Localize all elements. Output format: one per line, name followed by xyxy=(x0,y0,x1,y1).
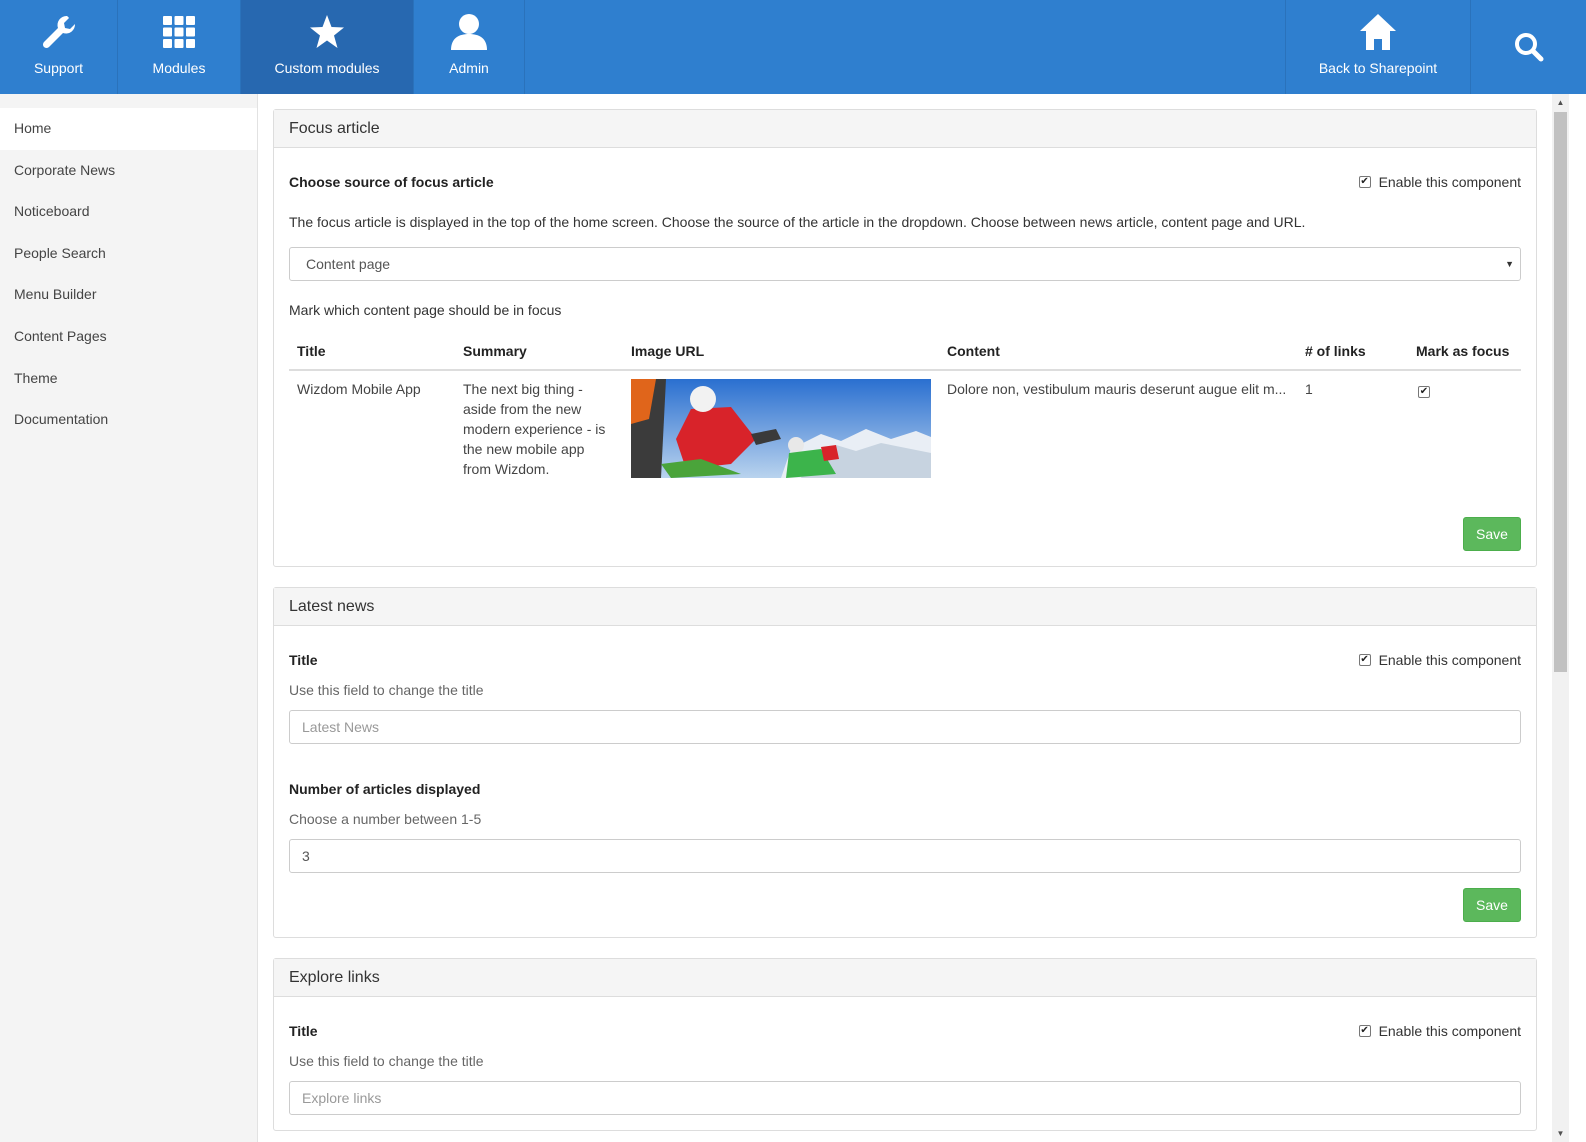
col-content: Content xyxy=(939,332,1297,371)
col-mark-focus: Mark as focus xyxy=(1408,332,1521,371)
row-content: Dolore non, vestibulum mauris deserunt a… xyxy=(947,381,1287,397)
nav-back-to-sharepoint[interactable]: Back to Sharepoint xyxy=(1285,0,1470,94)
col-summary: Summary xyxy=(455,332,623,371)
sidebar: Home Corporate News Noticeboard People S… xyxy=(0,94,258,1142)
scroll-thumb[interactable] xyxy=(1554,112,1567,672)
sidebar-item-documentation[interactable]: Documentation xyxy=(0,399,257,441)
sidebar-item-menu-builder[interactable]: Menu Builder xyxy=(0,274,257,316)
row-image xyxy=(631,379,931,478)
sidebar-item-content-pages[interactable]: Content Pages xyxy=(0,316,257,358)
sidebar-item-people-search[interactable]: People Search xyxy=(0,233,257,275)
latest-count-help: Choose a number between 1-5 xyxy=(289,811,482,827)
enable-checkbox[interactable]: ✔ xyxy=(1358,176,1371,188)
nav-search[interactable] xyxy=(1470,0,1586,94)
sidebar-item-home[interactable]: Home xyxy=(0,108,257,150)
nav-custom-modules-label: Custom modules xyxy=(274,60,380,76)
col-links: # of links xyxy=(1297,332,1408,371)
home-icon xyxy=(1358,12,1398,52)
enable-checkbox[interactable]: ✔ xyxy=(1358,1025,1371,1037)
col-title: Title xyxy=(289,332,455,371)
mark-focus-checkbox[interactable]: ✔ xyxy=(1418,386,1430,398)
sidebar-item-noticeboard[interactable]: Noticeboard xyxy=(0,191,257,233)
nav-support[interactable]: Support xyxy=(0,0,118,94)
focus-article-panel: Focus article Choose source of focus art… xyxy=(273,109,1537,567)
scroll-up-icon[interactable]: ▲ xyxy=(1552,94,1569,111)
row-summary: The next big thing - aside from the new … xyxy=(463,381,606,477)
nav-support-label: Support xyxy=(33,60,84,76)
caret-down-icon: ▼ xyxy=(1505,259,1514,269)
latest-count-input[interactable]: 3 xyxy=(289,839,1521,873)
explore-links-panel: Explore links Title ✔ Enable this compon… xyxy=(273,958,1537,1131)
enable-component[interactable]: ✔ Enable this component xyxy=(1358,174,1521,190)
latest-count-label: Number of articles displayed xyxy=(289,781,481,797)
focus-source-select[interactable]: Content page ▼ xyxy=(289,247,1521,281)
top-navigation: Support Modules Custom modules Admin Bac… xyxy=(0,0,1586,94)
search-icon xyxy=(1509,27,1549,67)
nav-modules[interactable]: Modules xyxy=(118,0,241,94)
main-content: Focus article Choose source of focus art… xyxy=(258,94,1552,1142)
explore-title-input[interactable]: Explore links xyxy=(289,1081,1521,1115)
user-icon xyxy=(449,12,489,52)
nav-modules-label: Modules xyxy=(152,60,206,76)
nav-back-label: Back to Sharepoint xyxy=(1318,60,1438,76)
explore-title-label: Title xyxy=(289,1023,318,1039)
focus-description: The focus article is displayed in the to… xyxy=(289,214,1306,230)
focus-mark-label: Mark which content page should be in foc… xyxy=(289,302,562,318)
nav-admin-label: Admin xyxy=(449,60,489,76)
enable-component[interactable]: ✔ Enable this component xyxy=(1358,1023,1521,1039)
sidebar-item-corporate-news[interactable]: Corporate News xyxy=(0,150,257,192)
vertical-scrollbar[interactable]: ▲ ▼ xyxy=(1552,94,1569,1142)
explore-title-help: Use this field to change the title xyxy=(289,1053,484,1069)
table-row: Wizdom Mobile App The next big thing - a… xyxy=(289,370,1521,487)
grid-icon xyxy=(159,12,199,52)
col-image-url: Image URL xyxy=(623,332,939,371)
save-button[interactable]: Save xyxy=(1463,888,1521,922)
scroll-down-icon[interactable]: ▼ xyxy=(1552,1125,1569,1142)
sidebar-item-theme[interactable]: Theme xyxy=(0,358,257,400)
wrench-icon xyxy=(39,12,79,52)
panel-title: Explore links xyxy=(274,959,1536,997)
save-button[interactable]: Save xyxy=(1463,517,1521,551)
focus-source-label: Choose source of focus article xyxy=(289,174,494,190)
star-icon xyxy=(307,12,347,52)
row-title: Wizdom Mobile App xyxy=(297,381,421,397)
enable-component[interactable]: ✔ Enable this component xyxy=(1358,652,1521,668)
latest-news-panel: Latest news Title ✔ Enable this componen… xyxy=(273,587,1537,938)
nav-admin[interactable]: Admin xyxy=(414,0,525,94)
latest-title-help: Use this field to change the title xyxy=(289,682,484,698)
panel-title: Latest news xyxy=(274,588,1536,626)
enable-checkbox[interactable]: ✔ xyxy=(1358,654,1371,666)
latest-title-input[interactable]: Latest News xyxy=(289,710,1521,744)
content-pages-table: Title Summary Image URL Content # of lin… xyxy=(289,332,1521,487)
panel-title: Focus article xyxy=(274,110,1536,148)
latest-title-label: Title xyxy=(289,652,318,668)
row-links: 1 xyxy=(1305,381,1313,397)
nav-custom-modules[interactable]: Custom modules xyxy=(241,0,414,94)
